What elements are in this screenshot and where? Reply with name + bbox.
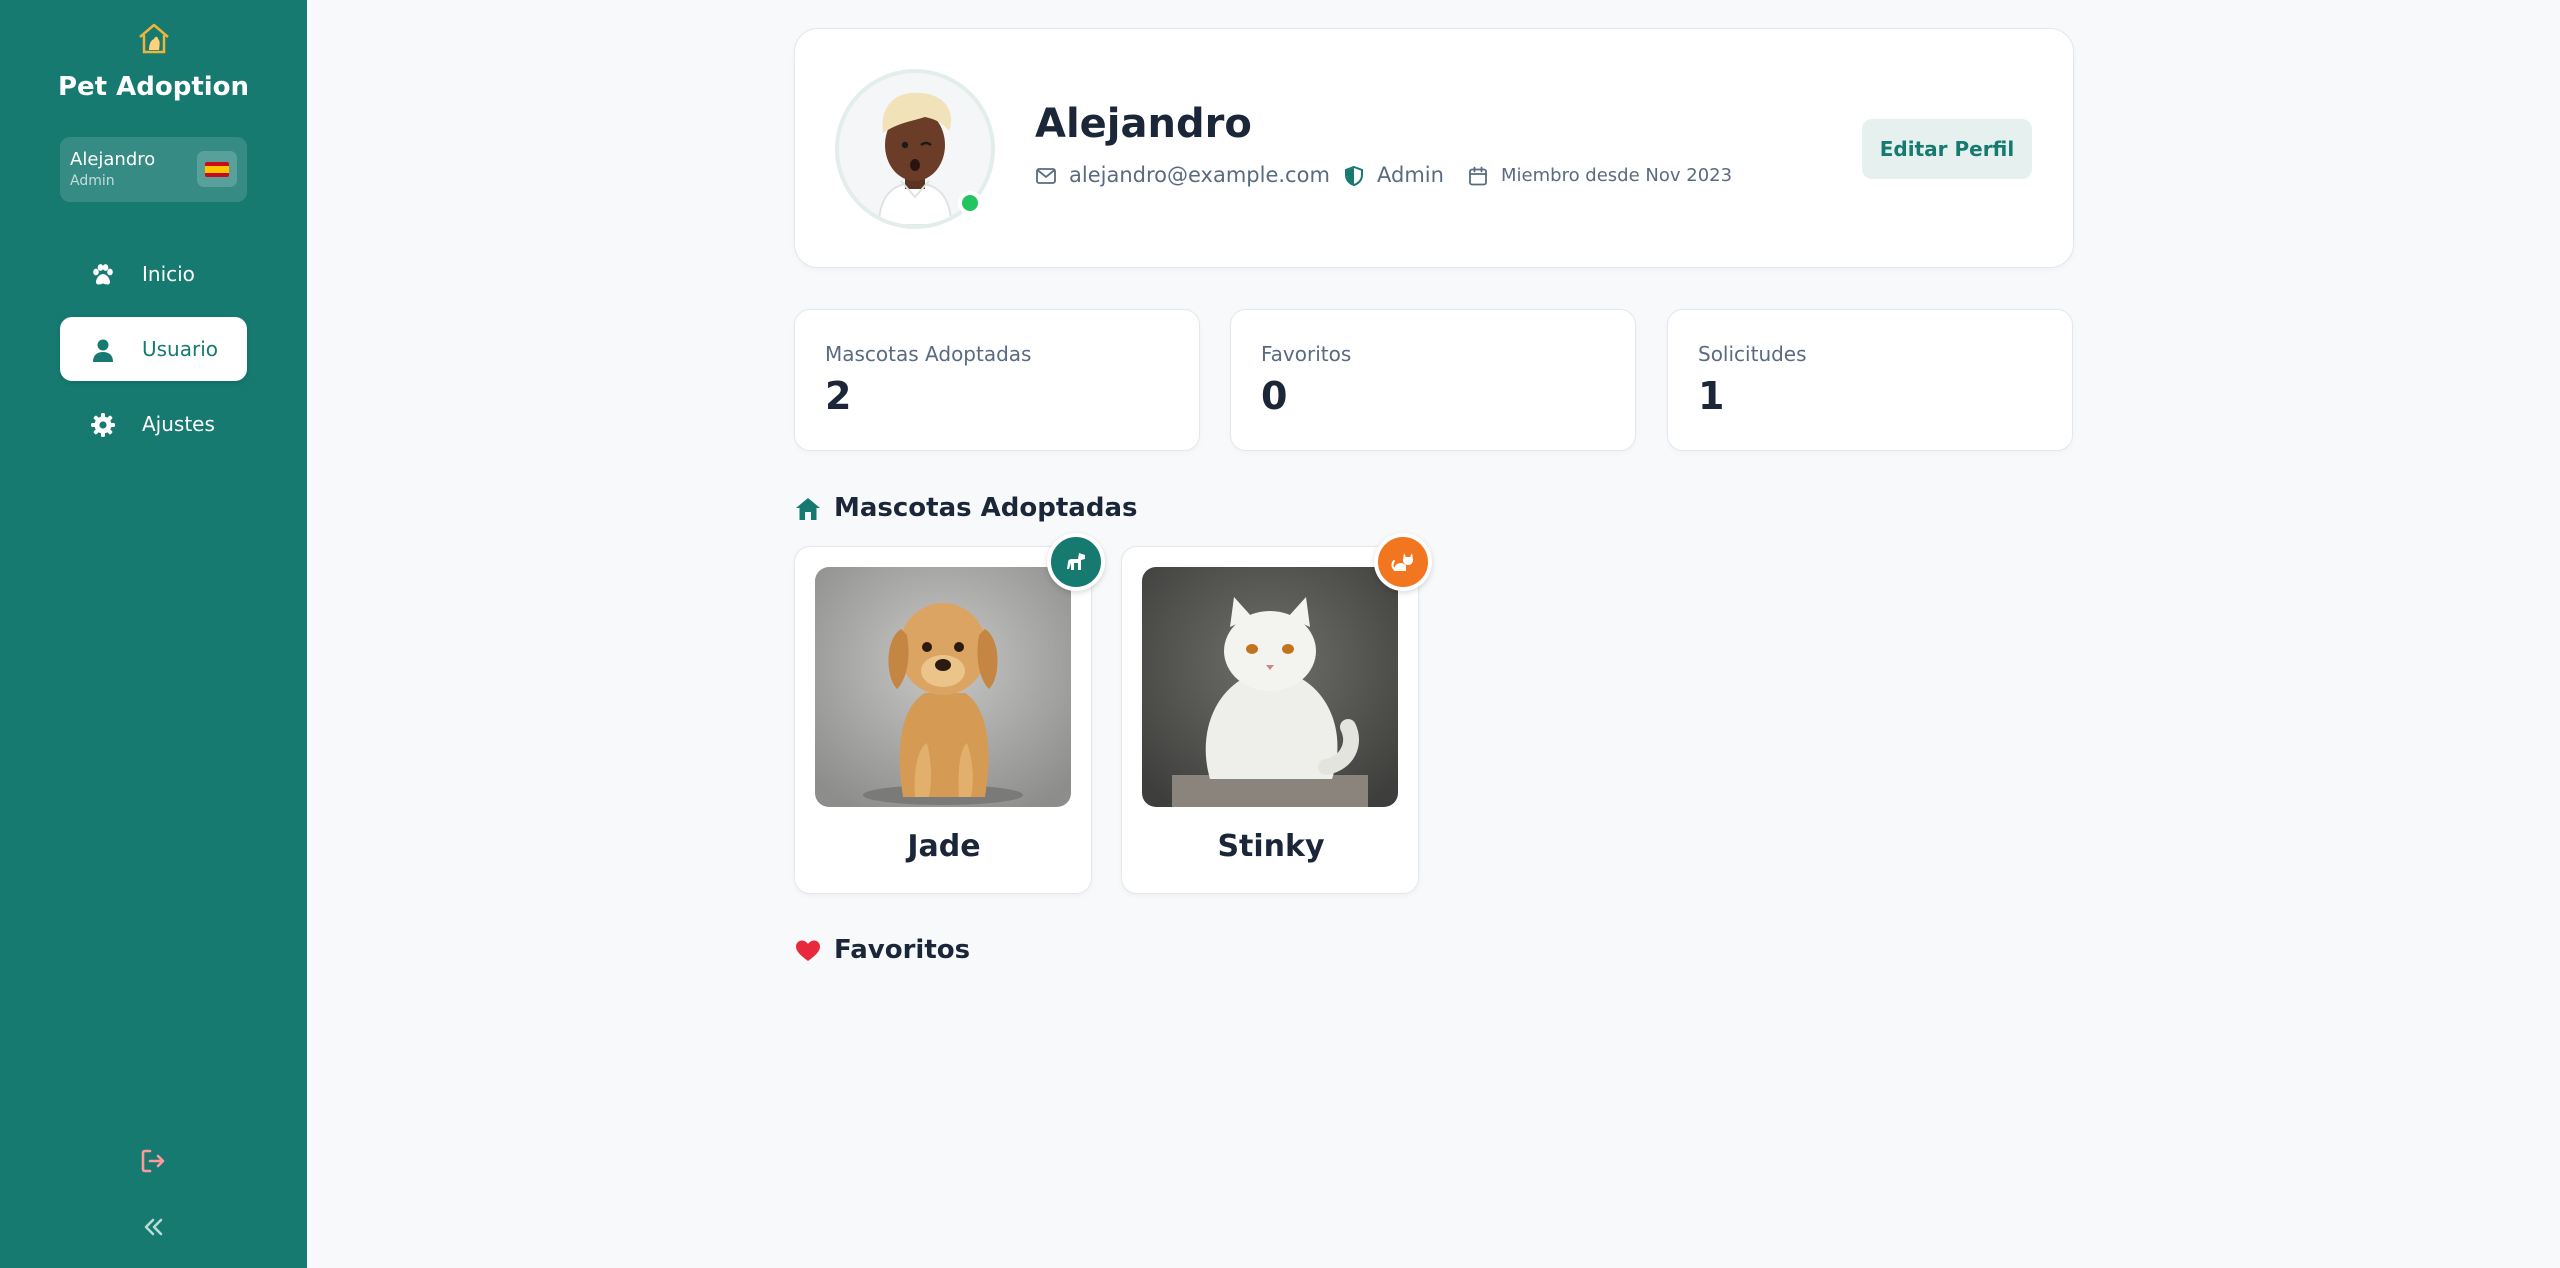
app-title: Pet Adoption: [57, 72, 250, 102]
nav-item-inicio[interactable]: Inicio: [60, 242, 247, 306]
user-chip-name: Alejandro: [70, 149, 156, 170]
language-button[interactable]: [197, 151, 237, 187]
profile-email-text: alejandro@example.com: [1069, 163, 1330, 187]
dog-icon: [1067, 553, 1085, 570]
calendar-icon: [1469, 166, 1487, 186]
user-chip[interactable]: Alejandro Admin: [60, 137, 247, 202]
heart-icon: [796, 940, 820, 961]
stat-card-favorites: Favoritos 0: [1230, 309, 1636, 451]
mail-icon: [1036, 168, 1056, 184]
stat-label: Solicitudes: [1698, 342, 1807, 366]
stat-label: Favoritos: [1261, 342, 1352, 366]
stat-card-adopted: Mascotas Adoptadas 2: [794, 309, 1200, 451]
stat-label: Mascotas Adoptadas: [825, 342, 1032, 366]
edit-profile-button[interactable]: Editar Perfil: [1862, 119, 2032, 179]
profile-name: Alejandro: [1035, 101, 1252, 147]
stat-value: 0: [1261, 374, 1288, 418]
nav-label-usuario: Usuario: [142, 337, 219, 361]
adopted-section-title-text: Mascotas Adoptadas: [834, 493, 1138, 523]
house-pet-logo-icon[interactable]: [136, 20, 172, 56]
stat-value: 1: [1698, 374, 1725, 418]
sidebar: Pet Adoption Alejandro Admin Inicio Usua…: [0, 0, 307, 1268]
gear-icon: [91, 413, 115, 437]
spain-flag-icon: [205, 162, 229, 177]
pet-photo-cat: [1142, 567, 1398, 807]
user-chip-role: Admin: [70, 173, 115, 189]
online-status-dot: [958, 191, 982, 215]
nav-label-inicio: Inicio: [142, 262, 195, 286]
house-icon: [796, 498, 820, 520]
pet-species-badge: [1047, 533, 1105, 591]
logout-icon[interactable]: [138, 1146, 168, 1176]
nav-item-usuario[interactable]: Usuario: [60, 317, 247, 381]
pet-name: Stinky: [1217, 829, 1325, 864]
pet-card-jade[interactable]: Jade: [794, 533, 1105, 894]
nav-label-ajustes: Ajustes: [142, 412, 215, 436]
pet-name: Jade: [907, 829, 981, 864]
paw-icon: [93, 264, 113, 285]
stat-card-requests: Solicitudes 1: [1667, 309, 2073, 451]
collapse-sidebar-icon[interactable]: [138, 1212, 168, 1242]
favorites-section-title-text: Favoritos: [834, 935, 971, 965]
shield-icon: [1345, 165, 1363, 187]
profile-card: Alejandro alejandro@example.com Admin Mi…: [794, 28, 2074, 268]
profile-member-since-text: Miembro desde Nov 2023: [1501, 165, 1733, 186]
pet-photo-dog: [815, 567, 1071, 807]
pet-card-stinky[interactable]: Stinky: [1121, 533, 1432, 894]
user-icon: [93, 339, 113, 362]
cat-icon: [1391, 553, 1413, 571]
nav-item-ajustes[interactable]: Ajustes: [60, 392, 247, 456]
pet-species-badge: [1374, 533, 1432, 591]
profile-role-text: Admin: [1377, 163, 1444, 187]
stat-value: 2: [825, 374, 852, 418]
